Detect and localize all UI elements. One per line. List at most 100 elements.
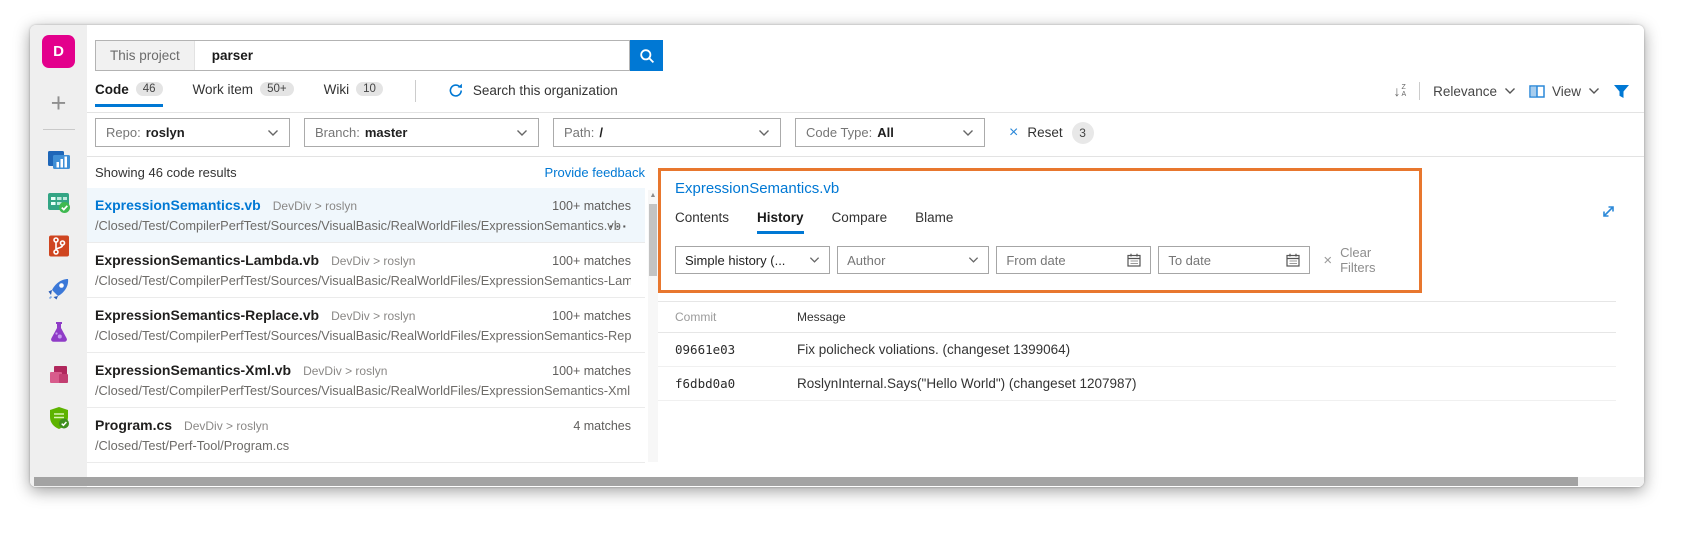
result-repo-breadcrumb: DevDiv > roslyn <box>331 254 415 268</box>
sidebar-item-boards[interactable] <box>45 189 73 217</box>
tab-wiki[interactable]: Wiki 10 <box>324 82 383 107</box>
project-avatar[interactable]: D <box>42 35 75 68</box>
results-scrollbar[interactable]: ▲ <box>648 190 658 462</box>
result-file-name[interactable]: ExpressionSemantics-Replace.vb <box>95 307 319 323</box>
commit-hash[interactable]: 09661e03 <box>675 342 797 357</box>
result-file-name[interactable]: ExpressionSemantics-Lambda.vb <box>95 252 319 268</box>
sidebar-item-pipelines[interactable] <box>45 275 73 303</box>
result-match-count: 100+ matches <box>552 309 631 323</box>
controls-divider <box>1419 82 1420 100</box>
sidebar-divider <box>43 129 75 130</box>
branch-filter-dropdown[interactable]: Branch: master <box>304 118 539 147</box>
work-item-count-badge: 50+ <box>260 82 294 96</box>
result-file-name[interactable]: ExpressionSemantics.vb <box>95 197 261 213</box>
search-input[interactable] <box>195 41 629 70</box>
horizontal-scrollbar-thumb[interactable] <box>34 477 1578 486</box>
result-row-4[interactable]: ExpressionSemantics-Xml.vb DevDiv > rosl… <box>87 353 645 408</box>
result-row-5[interactable]: Program.cs DevDiv > roslyn 4 matches /Cl… <box>87 408 645 463</box>
chevron-down-icon <box>962 129 974 137</box>
search-scope-chip[interactable]: This project <box>96 41 195 70</box>
sidebar-item-repos[interactable] <box>45 232 73 260</box>
tab-history[interactable]: History <box>757 210 804 234</box>
to-date-field[interactable] <box>1158 246 1310 274</box>
result-file-path: /Closed/Test/CompilerPerfTest/Sources/Vi… <box>95 383 631 398</box>
chevron-down-icon <box>809 256 820 264</box>
reset-count-badge: 3 <box>1072 122 1094 144</box>
result-file-name[interactable]: Program.cs <box>95 417 172 433</box>
reset-filters-button[interactable]: × Reset 3 <box>1009 122 1094 144</box>
calendar-icon[interactable] <box>1127 253 1141 267</box>
filter-funnel-icon[interactable] <box>1613 84 1630 99</box>
result-repo-breadcrumb: DevDiv > roslyn <box>303 364 387 378</box>
results-list: ExpressionSemantics.vb DevDiv > roslyn 1… <box>87 188 645 463</box>
commit-message: Fix policheck voliations. (changeset 139… <box>797 342 1616 357</box>
sidebar-item-security[interactable] <box>45 404 73 432</box>
filters-row: Repo: roslyn Branch: master Path: / Code… <box>95 118 1094 147</box>
view-controls: ↓ ZA Relevance View <box>1394 80 1631 100</box>
horizontal-scrollbar[interactable] <box>30 477 1644 486</box>
author-filter-dropdown[interactable]: Author <box>837 246 989 274</box>
result-repo-breadcrumb: DevDiv > roslyn <box>273 199 357 213</box>
result-row-2[interactable]: ExpressionSemantics-Lambda.vb DevDiv > r… <box>87 243 645 298</box>
tab-blame[interactable]: Blame <box>915 210 953 234</box>
tab-code[interactable]: Code 46 <box>95 82 163 107</box>
results-summary: Showing 46 code results <box>95 165 237 180</box>
result-file-path: /Closed/Test/CompilerPerfTest/Sources/Vi… <box>95 328 631 343</box>
result-row-3[interactable]: ExpressionSemantics-Replace.vb DevDiv > … <box>87 298 645 353</box>
code-type-filter-dropdown[interactable]: Code Type: All <box>795 118 985 147</box>
result-file-path: /Closed/Test/Perf-Tool/Program.cs <box>95 438 631 453</box>
result-row-1[interactable]: ExpressionSemantics.vb DevDiv > roslyn 1… <box>87 188 645 243</box>
provide-feedback-link[interactable]: Provide feedback <box>545 165 645 180</box>
security-shield-icon <box>46 405 72 431</box>
sidebar-item-artifacts[interactable] <box>45 361 73 389</box>
sidebar-item-test-plans[interactable] <box>45 318 73 346</box>
path-filter-dropdown[interactable]: Path: / <box>553 118 781 147</box>
more-actions-button[interactable]: ··· <box>609 218 629 234</box>
artifacts-packages-icon <box>46 362 72 388</box>
chevron-down-icon <box>758 129 770 137</box>
split-view-icon <box>1529 85 1545 98</box>
history-type-dropdown[interactable]: Simple history (... <box>675 246 830 274</box>
divider-under-tabs <box>87 112 1644 113</box>
sort-by-dropdown[interactable]: Relevance <box>1433 84 1516 99</box>
chevron-down-icon <box>968 256 979 264</box>
main-content: This project Code 46 Work item 50+ <box>87 25 1644 487</box>
result-match-count: 100+ matches <box>552 254 631 268</box>
from-date-field[interactable] <box>996 246 1151 274</box>
scrollbar-thumb[interactable] <box>649 204 657 276</box>
add-project-icon[interactable]: + <box>51 90 67 117</box>
message-column-header: Message <box>797 310 1616 324</box>
result-file-name[interactable]: ExpressionSemantics-Xml.vb <box>95 362 291 378</box>
chevron-down-icon <box>516 129 528 137</box>
tab-work-item[interactable]: Work item 50+ <box>193 82 294 107</box>
calendar-icon[interactable] <box>1286 253 1300 267</box>
commit-column-header: Commit <box>675 310 797 324</box>
pipelines-rocket-icon <box>46 276 72 302</box>
repo-filter-dropdown[interactable]: Repo: roslyn <box>95 118 290 147</box>
detail-file-title[interactable]: ExpressionSemantics.vb <box>675 180 1409 197</box>
app-sidebar: D + <box>30 25 87 487</box>
search-row: This project <box>95 40 663 71</box>
boards-icon <box>46 190 72 216</box>
tab-contents[interactable]: Contents <box>675 210 729 234</box>
tabs-divider <box>415 80 416 102</box>
commit-row-1[interactable]: 09661e03 Fix policheck voliations. (chan… <box>658 333 1616 367</box>
refresh-circle-icon <box>448 83 464 98</box>
sidebar-item-overview[interactable] <box>45 146 73 174</box>
clear-filters-button[interactable]: × Clear Filters <box>1323 245 1409 275</box>
result-match-count: 100+ matches <box>552 364 631 378</box>
clear-x-icon: × <box>1323 253 1332 268</box>
from-date-input[interactable] <box>1006 253 1127 268</box>
search-organization-link[interactable]: Search this organization <box>448 83 618 105</box>
search-button[interactable] <box>630 40 663 71</box>
expand-panel-button[interactable] <box>1600 203 1617 225</box>
view-mode-dropdown[interactable]: View <box>1529 84 1600 99</box>
to-date-input[interactable] <box>1168 253 1286 268</box>
commit-hash[interactable]: f6dbd0a0 <box>675 376 797 391</box>
commit-row-2[interactable]: f6dbd0a0 RoslynInternal.Says("Hello Worl… <box>658 367 1616 401</box>
scrollbar-up-arrow[interactable]: ▲ <box>648 192 658 199</box>
sort-order-icon[interactable]: ↓ ZA <box>1394 83 1407 99</box>
result-repo-breadcrumb: DevDiv > roslyn <box>184 419 268 433</box>
repos-git-branch-icon <box>46 233 72 259</box>
tab-compare[interactable]: Compare <box>832 210 888 234</box>
